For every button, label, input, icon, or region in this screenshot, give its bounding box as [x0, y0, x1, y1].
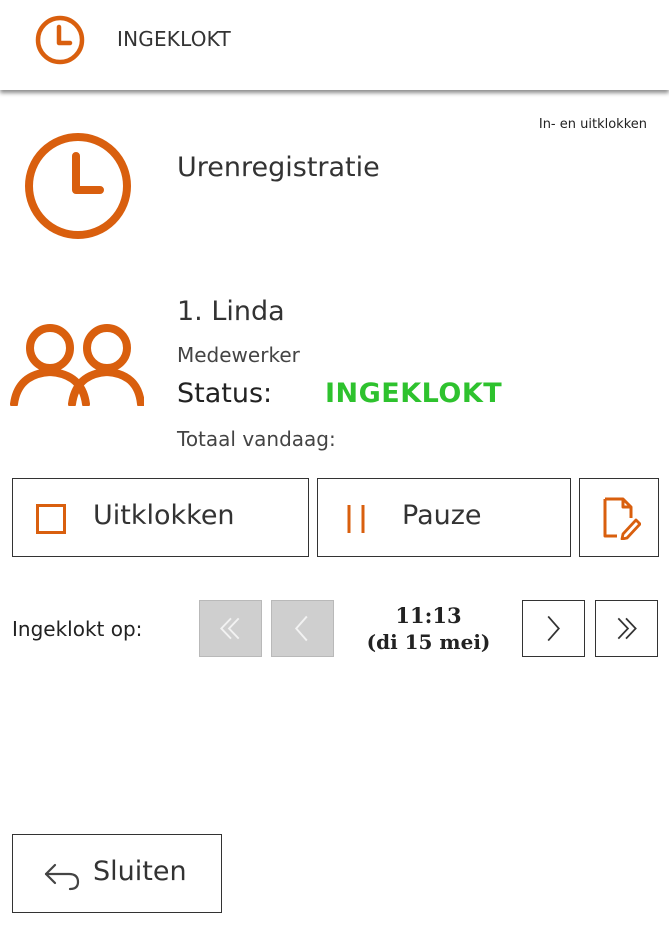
top-bar-title: INGEKLOKT [117, 27, 231, 51]
next-button[interactable] [522, 600, 585, 657]
chevron-left-icon [294, 615, 308, 642]
double-chevron-left-icon [220, 617, 240, 640]
clock-icon [25, 133, 131, 239]
previous-button[interactable] [271, 600, 334, 657]
pause-label: Pauze [402, 500, 482, 531]
employee-name: 1. Linda [177, 296, 285, 327]
clock-icon [35, 15, 85, 65]
edit-note-icon [603, 497, 641, 540]
pause-icon [347, 505, 365, 533]
breadcrumb: In- en uitklokken [538, 117, 647, 132]
employee-role: Medewerker [177, 343, 300, 367]
edit-button[interactable] [579, 478, 659, 557]
double-chevron-right-icon [617, 617, 637, 640]
chevron-right-icon [547, 615, 560, 642]
clock-out-button[interactable]: Uitklokken [12, 478, 309, 557]
clocked-in-label: Ingeklokt op: [12, 617, 143, 641]
pause-button[interactable]: Pauze [317, 478, 571, 557]
clocked-in-time: 11:13 (di 15 mei) [345, 603, 512, 655]
clocked-in-time-value: 11:13 [395, 603, 462, 628]
total-today-label: Totaal vandaag: [177, 427, 336, 451]
page-title: Urenregistratie [177, 152, 380, 183]
last-button[interactable] [595, 600, 658, 657]
back-arrow-icon [44, 863, 80, 891]
close-label: Sluiten [93, 856, 187, 887]
status-badge: INGEKLOKT [325, 378, 503, 409]
clock-out-label: Uitklokken [93, 500, 235, 531]
close-button[interactable]: Sluiten [12, 834, 222, 913]
clocked-in-date-value: (di 15 mei) [366, 630, 491, 654]
square-icon [36, 504, 66, 534]
users-icon [10, 324, 144, 406]
first-button[interactable] [199, 600, 262, 657]
top-bar: INGEKLOKT [0, 0, 669, 90]
status-label: Status: [177, 378, 273, 409]
